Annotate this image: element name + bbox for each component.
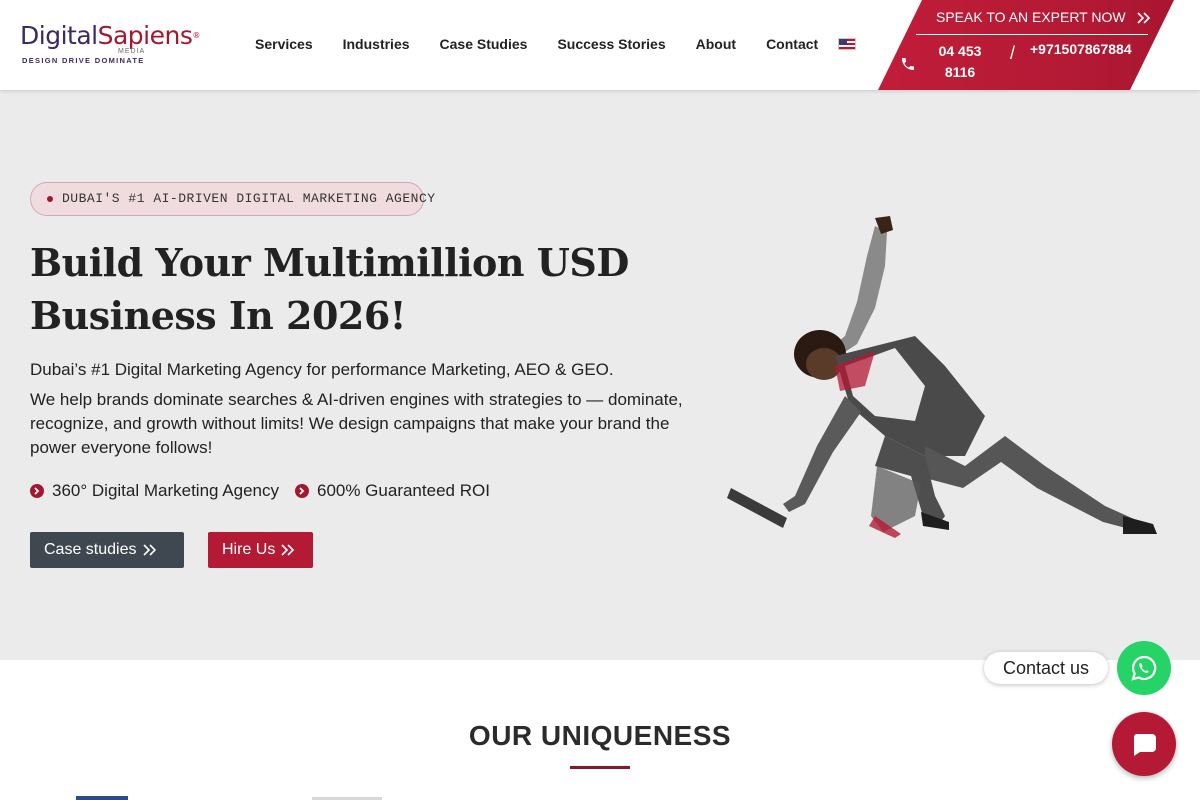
hero-title: Build Your Multimillion USD Business In …: [30, 236, 650, 342]
hero-section: DUBAI'S #1 AI-DRIVEN DIGITAL MARKETING A…: [0, 90, 1200, 660]
chat-bubble-icon: [1133, 734, 1156, 756]
logo-media: MEDIA: [118, 48, 146, 55]
nav-item-contact[interactable]: Contact: [766, 36, 818, 52]
double-chevron-right-icon: [142, 544, 156, 556]
uniqueness-card-image-peek: [76, 796, 128, 800]
hire-us-button-label: Hire Us: [222, 541, 276, 558]
cta-divider: [916, 34, 1148, 35]
cta-panel: SPEAK TO AN EXPERT NOW 04 453 8116 / +97…: [878, 0, 1174, 90]
phone-separator: /: [1010, 43, 1016, 63]
phone-link-mobile[interactable]: +971507867884: [1030, 41, 1132, 57]
hero-image-jumping-businessman: [727, 216, 1157, 538]
logo-part-sapiens: Sapiens: [97, 21, 193, 50]
uniqueness-title: OUR UNIQUENESS: [468, 720, 732, 751]
feature-item: 360° Digital Marketing Agency: [30, 481, 279, 501]
whatsapp-button[interactable]: [1117, 641, 1171, 695]
phone-link-landline[interactable]: 04 453 8116: [934, 41, 986, 83]
badge-text: DUBAI'S #1 AI-DRIVEN DIGITAL MARKETING A…: [62, 191, 436, 206]
chevron-circle-icon: [294, 484, 309, 498]
logo-wordmark: DigitalSapiens®: [20, 22, 200, 50]
hero-description: We help brands dominate searches & AI-dr…: [30, 390, 683, 457]
nav-item-case-studies[interactable]: Case Studies: [440, 36, 528, 52]
flag-canton: [839, 39, 847, 45]
hero-lead: Dubai’s #1 Digital Marketing Agency for …: [30, 360, 614, 379]
uniqueness-underline: [570, 766, 630, 769]
nav-item-about[interactable]: About: [696, 36, 736, 52]
logo-part-digital: Digital: [20, 21, 98, 50]
speak-to-expert-label: SPEAK TO AN EXPERT NOW: [936, 9, 1126, 25]
logo-tagline: DESIGN DRIVE DOMINATE: [22, 56, 145, 65]
logo[interactable]: DigitalSapiens® MEDIA DESIGN DRIVE DOMIN…: [20, 22, 200, 68]
main-nav: Services Industries Case Studies Success…: [255, 36, 848, 52]
whatsapp-icon: [1131, 655, 1157, 681]
speak-to-expert-link[interactable]: SPEAK TO AN EXPERT NOW: [936, 9, 1151, 25]
feature-label: 600% Guaranteed ROI: [316, 481, 490, 500]
feature-label: 360° Digital Marketing Agency: [52, 481, 279, 500]
chevron-circle-icon: [30, 484, 44, 498]
badge-dot: [47, 196, 53, 202]
nav-item-services[interactable]: Services: [255, 36, 313, 52]
double-chevron-right-icon: [1137, 12, 1151, 24]
feature-item: 600% Guaranteed ROI: [294, 481, 490, 501]
hero-badge: DUBAI'S #1 AI-DRIVEN DIGITAL MARKETING A…: [30, 182, 435, 216]
phone-icon: [902, 58, 914, 70]
case-studies-button[interactable]: Case studies: [30, 532, 184, 568]
nav-item-success-stories[interactable]: Success Stories: [557, 36, 665, 52]
nav-item-industries[interactable]: Industries: [343, 36, 410, 52]
double-chevron-right-icon: [281, 544, 295, 556]
hero-title-line1: Build Your Multimillion USD: [30, 240, 629, 285]
contact-us-label[interactable]: Contact us: [984, 652, 1108, 684]
site-header: DigitalSapiens® MEDIA DESIGN DRIVE DOMIN…: [0, 0, 1200, 90]
hire-us-button[interactable]: Hire Us: [208, 532, 313, 568]
hero-features: 360° Digital Marketing Agency 600% Guara…: [30, 481, 506, 501]
hero-title-line2: Business In 2026!: [30, 293, 406, 338]
logo-registered: ®: [192, 31, 200, 40]
case-studies-button-label: Case studies: [44, 541, 137, 558]
chat-button[interactable]: [1112, 712, 1176, 776]
us-flag-icon[interactable]: [838, 38, 856, 50]
